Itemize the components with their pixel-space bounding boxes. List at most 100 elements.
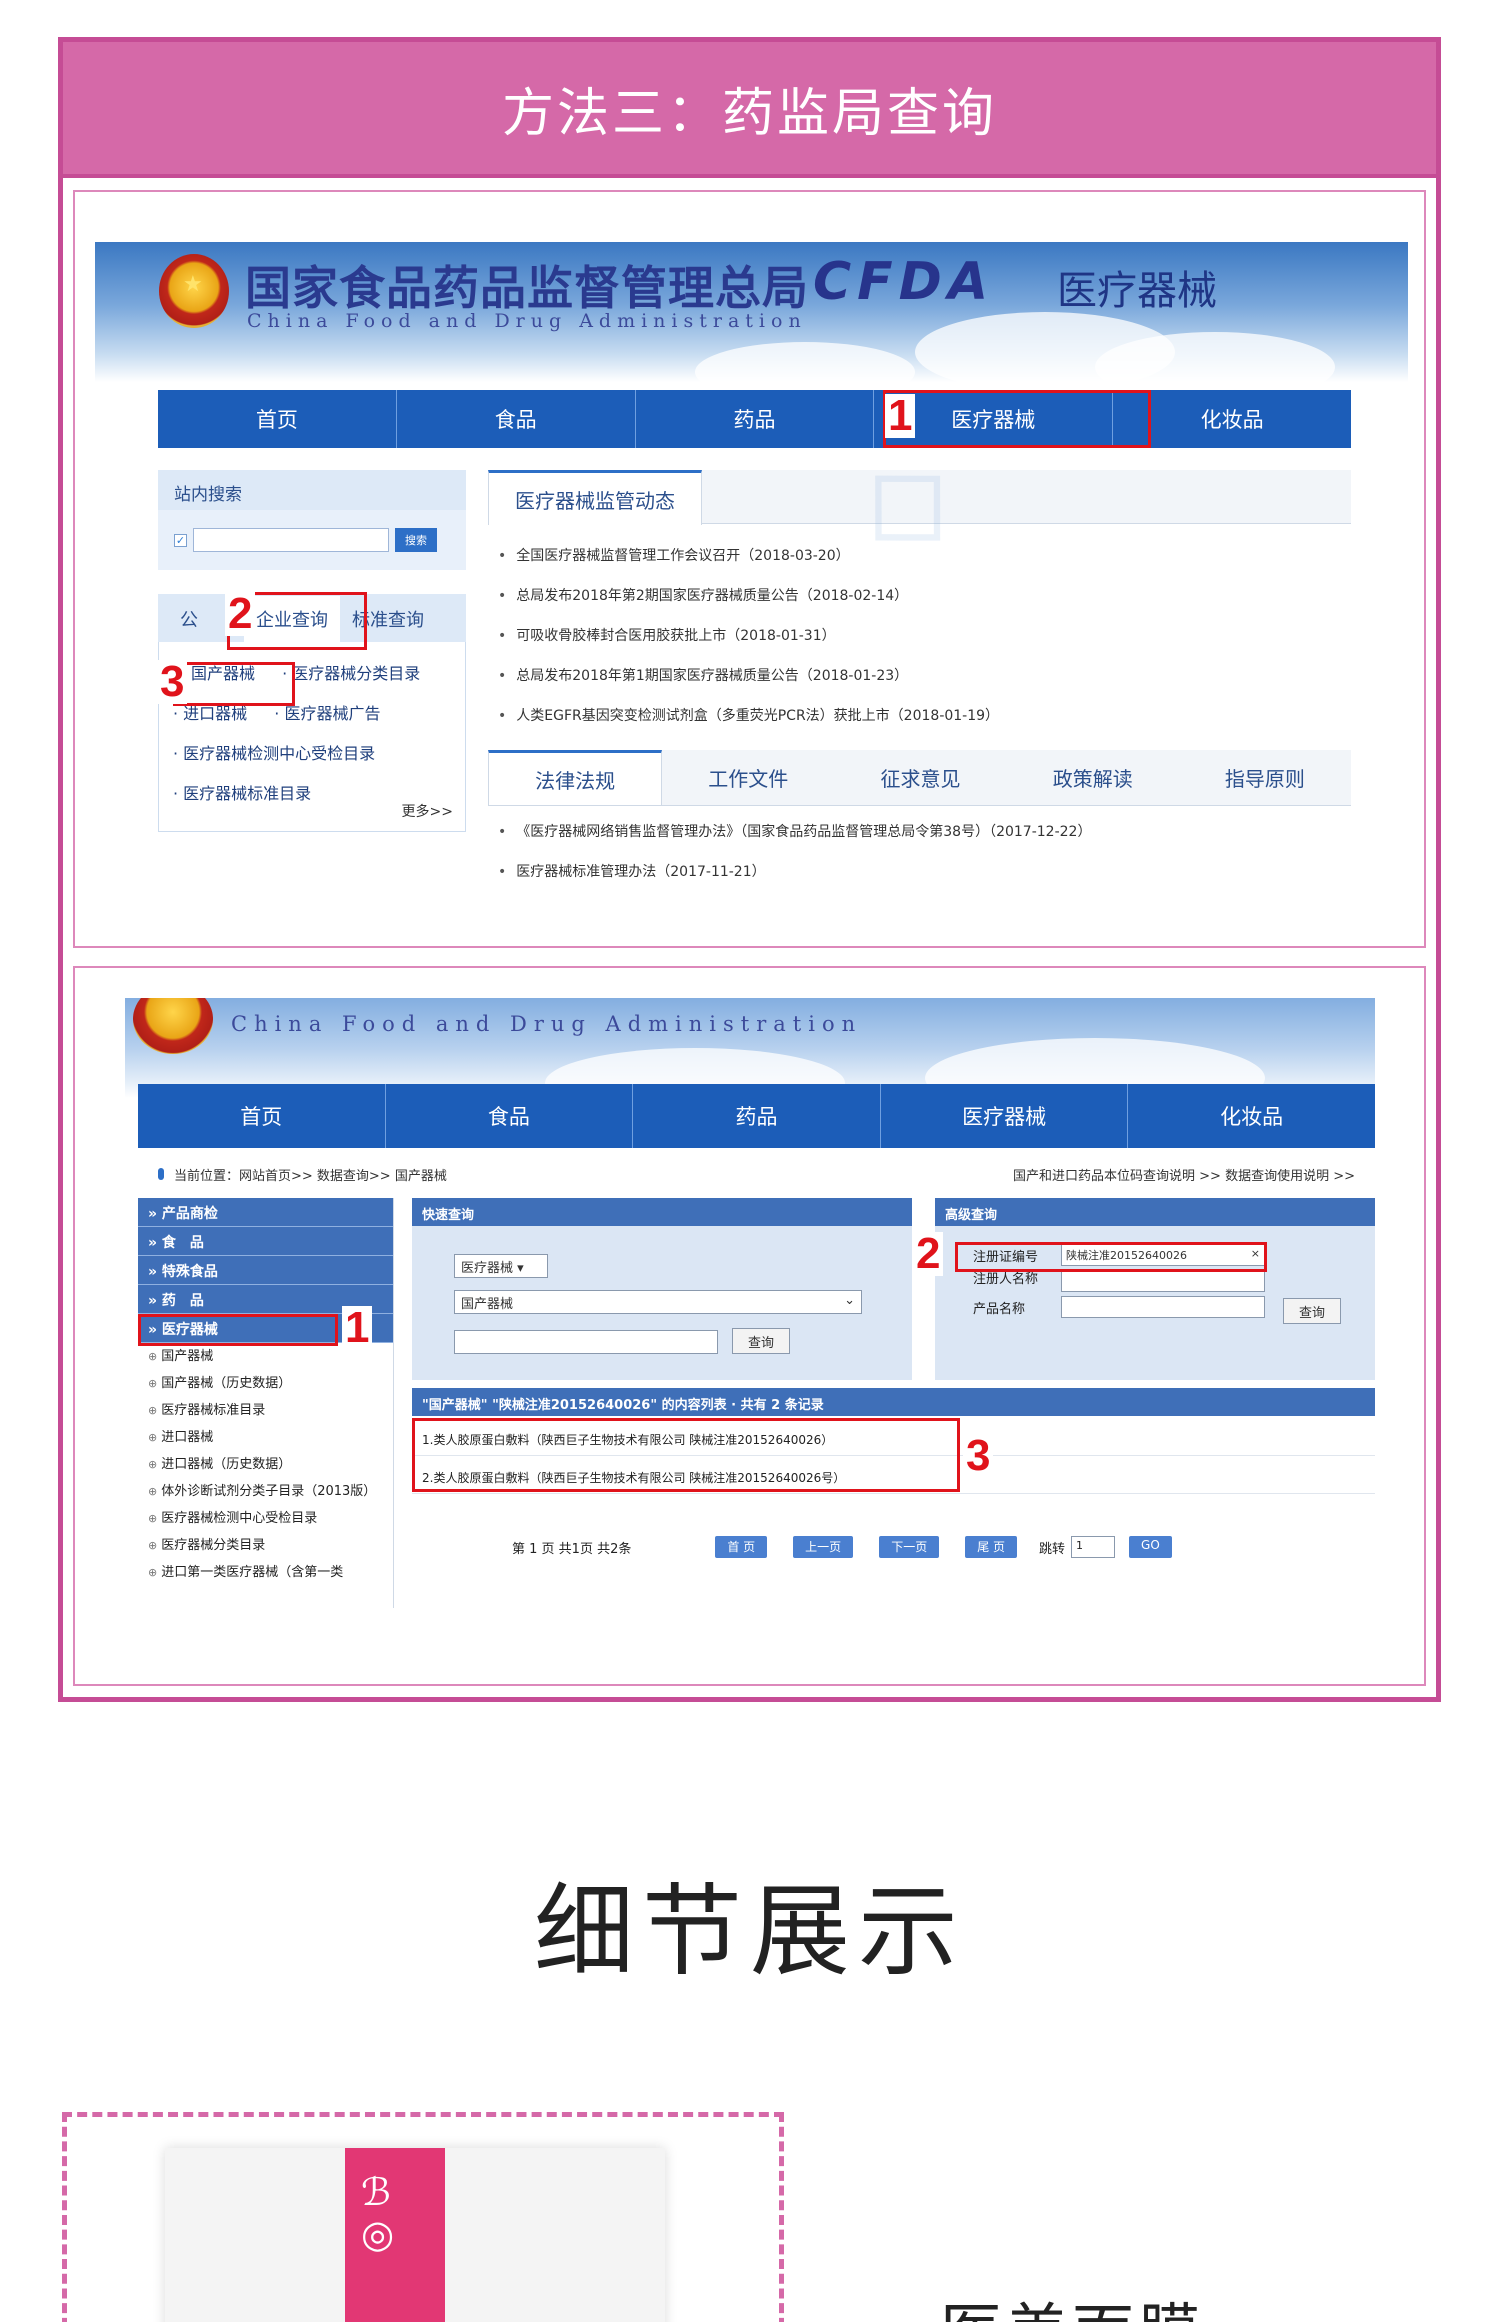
menu-item[interactable]: 医疗器械分类目录: [138, 1532, 393, 1559]
main-nav-2: 首页 食品 药品 医疗器械 化妆品: [138, 1084, 1375, 1148]
link-device-ads[interactable]: · 医疗器械广告: [274, 704, 380, 723]
step-marker-1: 1: [342, 1306, 373, 1350]
link-device-category[interactable]: · 医疗器械分类目录: [282, 664, 420, 683]
law-item[interactable]: 医疗器械标准管理办法（2017-11-21）: [498, 852, 1341, 892]
highlight-box-3: [173, 662, 295, 706]
nav-drug[interactable]: 药品: [636, 390, 875, 448]
step-marker-3: 3: [157, 660, 188, 704]
step-marker-2: 2: [225, 592, 256, 636]
tab-opinions[interactable]: 征求意见: [834, 750, 1006, 805]
law-item[interactable]: 《医疗器械网络销售监督管理办法》（国家食品药品监督管理总局令第38号）（2017…: [498, 812, 1341, 852]
nav-medical-device[interactable]: 医疗器械: [881, 1084, 1129, 1148]
field-label-product: 产品名称: [973, 1302, 1026, 1317]
nav-cosmetics[interactable]: 化妆品: [1128, 1084, 1375, 1148]
search-button[interactable]: 搜索: [395, 528, 437, 552]
search-checkbox[interactable]: ✓: [174, 533, 187, 547]
main-nav: 首页 食品 药品 医疗器械 化妆品: [158, 390, 1351, 448]
nav-home[interactable]: 首页: [138, 1084, 386, 1148]
step-marker-1: 1: [885, 394, 916, 438]
highlight-box-1: [883, 390, 1151, 448]
tab-public[interactable]: 公: [168, 596, 210, 642]
go-button[interactable]: GO: [1129, 1536, 1172, 1558]
highlight-box-1: [138, 1314, 338, 1346]
quick-query-button[interactable]: 查询: [732, 1328, 790, 1354]
site-search-input[interactable]: [193, 528, 389, 552]
quick-search-panel: 快速查询 医疗器械 ▾ 国产器械 ⌄ 查询: [412, 1198, 912, 1380]
screenshot-1: ★ 国家食品药品监督管理总局 China Food and Drug Admin…: [73, 190, 1426, 948]
news-item[interactable]: 人类EGFR基因突变检测试剂盒（多重荧光PCR法）获批上市（2018-01-19…: [498, 696, 1341, 736]
page-info: 第 1 页 共1页 共2条: [512, 1541, 632, 1557]
highlight-box-2: [955, 1242, 1267, 1272]
method-frame: 方法三：药监局查询 ★ 国家食品药品监督管理总局 China Food and …: [58, 37, 1441, 1702]
nav-food[interactable]: 食品: [386, 1084, 634, 1148]
tab-work-docs[interactable]: 工作文件: [662, 750, 834, 805]
advanced-search-panel: 高级查询 注册证编号 陕械注准20152640026 × 注册人名称 产品名称 查…: [935, 1198, 1375, 1380]
tab-guidelines[interactable]: 指导原则: [1179, 750, 1351, 805]
menu-category[interactable]: » 食 品: [138, 1227, 393, 1256]
chevron-down-icon: ⌄: [844, 1293, 855, 1308]
result-header: "国产器械" "陕械注准20152640026" 的内容列表 · 共有 2 条记…: [412, 1388, 1375, 1416]
menu-item[interactable]: 国产器械（历史数据）: [138, 1370, 393, 1397]
site-banner-2: China Food and Drug Administration: [125, 998, 1375, 1098]
next-page-button[interactable]: 下一页: [879, 1536, 940, 1558]
step-marker-2: 2: [913, 1232, 944, 1276]
news-item[interactable]: 总局发布2018年第2期国家医疗器械质量公告（2018-02-14）: [498, 576, 1341, 616]
menu-item[interactable]: 进口器械: [138, 1424, 393, 1451]
method-header: 方法三：药监局查询: [63, 42, 1436, 178]
product-name-input[interactable]: [1061, 1296, 1265, 1318]
news-panel: 医疗器械监管动态 全国医疗器械监督管理工作会议召开（2018-03-20） 总局…: [488, 470, 1351, 892]
first-page-button[interactable]: 首 页: [715, 1536, 768, 1558]
breadcrumb-help-links[interactable]: 国产和进口药品本位码查询说明 >> 数据查询使用说明 >>: [1013, 1165, 1355, 1184]
agency-name-en: China Food and Drug Administration: [247, 310, 807, 332]
more-link[interactable]: 更多>>: [402, 801, 453, 821]
database-select[interactable]: 国产器械 ⌄: [454, 1290, 862, 1314]
sidebar: 站内搜索 ✓ 搜索 公 企业查询 标准查询 国产器械 · 医疗器械分类目录 · …: [158, 470, 466, 832]
quick-search-title: 快速查询: [412, 1198, 912, 1226]
menu-item[interactable]: 医疗器械检测中心受检目录: [138, 1505, 393, 1532]
menu-category[interactable]: » 特殊食品: [138, 1256, 393, 1285]
news-item[interactable]: 总局发布2018年第1期国家医疗器械质量公告（2018-01-23）: [498, 656, 1341, 696]
menu-item[interactable]: 医疗器械标准目录: [138, 1397, 393, 1424]
left-menu: » 产品商检 » 食 品 » 特殊食品 » 药 品 » 医疗器械 国产器械 国产…: [138, 1198, 394, 1608]
section-title: 医疗器械: [1057, 268, 1217, 314]
highlight-box-3: [412, 1418, 960, 1492]
detail-title: 细节展示: [534, 1873, 966, 1990]
site-search-label: 站内搜索: [158, 470, 466, 510]
cfda-logo: CFDA: [813, 252, 995, 312]
nav-drug[interactable]: 药品: [633, 1084, 881, 1148]
prev-page-button[interactable]: 上一页: [793, 1536, 854, 1558]
breadcrumb: 当前位置：网站首页>> 数据查询>> 国产器械 国产和进口药品本位码查询说明 >…: [138, 1160, 1375, 1188]
registrant-input[interactable]: [1061, 1270, 1265, 1292]
pagination: 第 1 页 共1页 共2条 首 页 上一页 下一页 尾 页 跳转 1 GO: [412, 1530, 1375, 1564]
last-page-button[interactable]: 尾 页: [965, 1536, 1018, 1558]
nav-food[interactable]: 食品: [397, 390, 636, 448]
tab-device-news[interactable]: 医疗器械监管动态: [488, 470, 702, 525]
agency-name: 国家食品药品监督管理总局: [245, 261, 809, 315]
national-emblem-icon: ★: [159, 254, 229, 328]
product-logo-icon: ℬ ◎: [361, 2170, 395, 2256]
jump-page-input[interactable]: 1: [1071, 1536, 1116, 1558]
menu-category[interactable]: » 产品商检: [138, 1198, 393, 1227]
link-imported-device[interactable]: · 进口器械: [173, 704, 247, 723]
site-banner: ★ 国家食品药品监督管理总局 China Food and Drug Admin…: [95, 242, 1408, 382]
jump-label: 跳转: [1039, 1541, 1066, 1557]
breadcrumb-text: 当前位置：网站首页>> 数据查询>> 国产器械: [174, 1168, 447, 1184]
menu-item[interactable]: 体外诊断试剂分类子目录（2013版）: [138, 1478, 393, 1505]
product-caption: 医美面膜: [940, 2282, 1204, 2322]
tab-policy[interactable]: 政策解读: [1007, 750, 1179, 805]
product-band: [345, 2148, 445, 2322]
link-test-center[interactable]: · 医疗器械检测中心受检目录: [173, 734, 451, 774]
news-item[interactable]: 可吸收骨胶棒封合医用胶获批上市（2018-01-31）: [498, 616, 1341, 656]
step-marker-3: 3: [963, 1434, 994, 1478]
agency-name-en: China Food and Drug Administration: [231, 1012, 863, 1036]
menu-item[interactable]: 进口器械（历史数据）: [138, 1451, 393, 1478]
menu-item[interactable]: 进口第一类医疗器械（含第一类: [138, 1559, 393, 1586]
category-select[interactable]: 医疗器械 ▾: [454, 1254, 548, 1278]
nav-home[interactable]: 首页: [158, 390, 397, 448]
method-title: 方法三：药监局查询: [501, 83, 997, 144]
product-box-image: ℬ ◎: [165, 2148, 665, 2322]
advanced-query-button[interactable]: 查询: [1283, 1298, 1341, 1324]
news-item[interactable]: 全国医疗器械监督管理工作会议召开（2018-03-20）: [498, 536, 1341, 576]
tab-laws[interactable]: 法律法规: [488, 750, 663, 805]
quick-search-input[interactable]: [454, 1330, 718, 1354]
